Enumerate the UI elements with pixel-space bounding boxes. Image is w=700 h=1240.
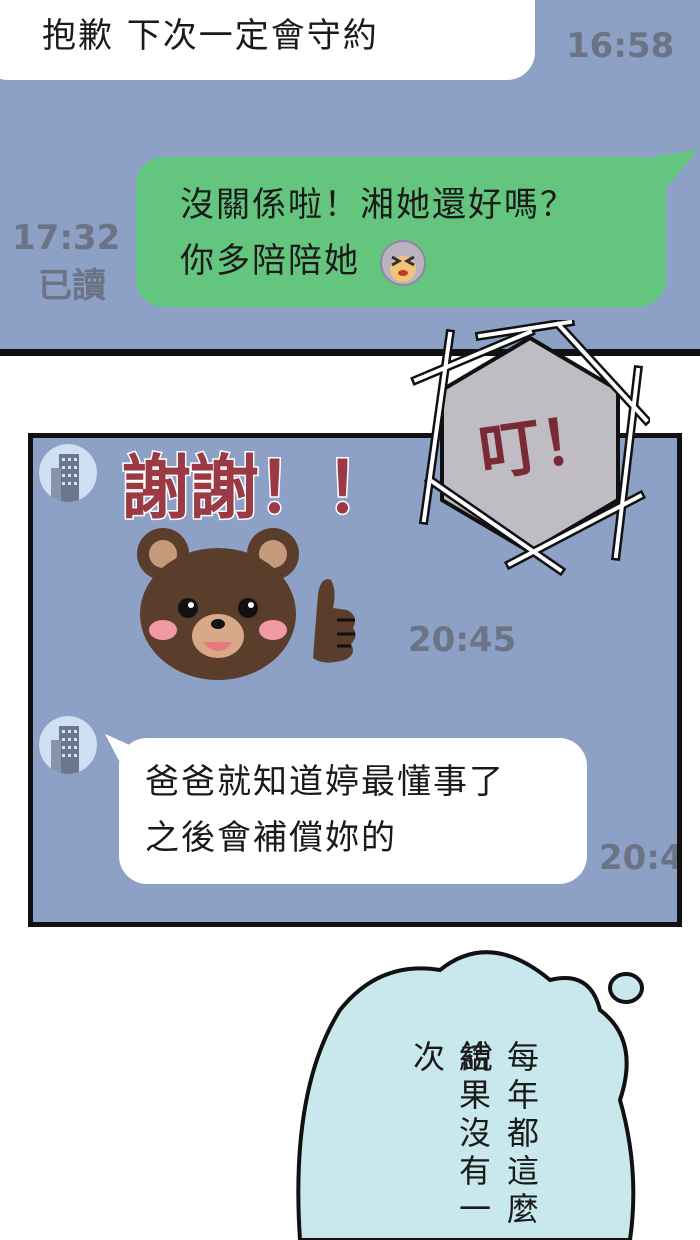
message-text: 抱歉 下次一定會守約 <box>42 16 379 56</box>
sticker-text: 謝謝！！ <box>120 446 397 531</box>
message-time: 20:4 <box>599 838 682 878</box>
wince-face-icon <box>379 239 426 286</box>
message-line-2-text: 你多陪陪她 <box>180 241 360 281</box>
received-message-bubble[interactable]: 爸爸就知道婷最懂事了 之後會補償妳的 <box>119 738 587 884</box>
message-line-1: 沒關係啦！湘她還好嗎？ <box>180 185 576 225</box>
message-line-2: 你多陪陪她 <box>180 233 427 289</box>
read-receipt: 已讀 <box>38 266 106 306</box>
message-time: 20:45 <box>408 620 517 660</box>
message-line-2: 之後會補償妳的 <box>145 818 397 858</box>
chat-panel-top: 抱歉 下次一定會守約 16:58 沒關係啦！湘她還好嗎？ 你多陪陪她 17:32… <box>0 0 700 352</box>
thought-text-col2: 結果沒有一次 <box>408 1040 492 1230</box>
building-avatar-icon <box>39 444 97 502</box>
avatar[interactable] <box>39 444 97 502</box>
message-line-1: 爸爸就知道婷最懂事了 <box>145 762 505 802</box>
message-time: 17:32 <box>12 218 121 258</box>
sent-message-bubble[interactable]: 沒關係啦！湘她還好嗎？ 你多陪陪她 <box>136 157 666 307</box>
received-message-bubble[interactable]: 抱歉 下次一定會守約 <box>0 0 535 80</box>
bear-thumbs-up-icon[interactable] <box>133 524 373 684</box>
sfx-text: 叮！ <box>474 400 608 491</box>
avatar[interactable] <box>39 716 97 774</box>
building-avatar-icon <box>39 716 97 774</box>
message-time: 16:58 <box>566 26 675 66</box>
